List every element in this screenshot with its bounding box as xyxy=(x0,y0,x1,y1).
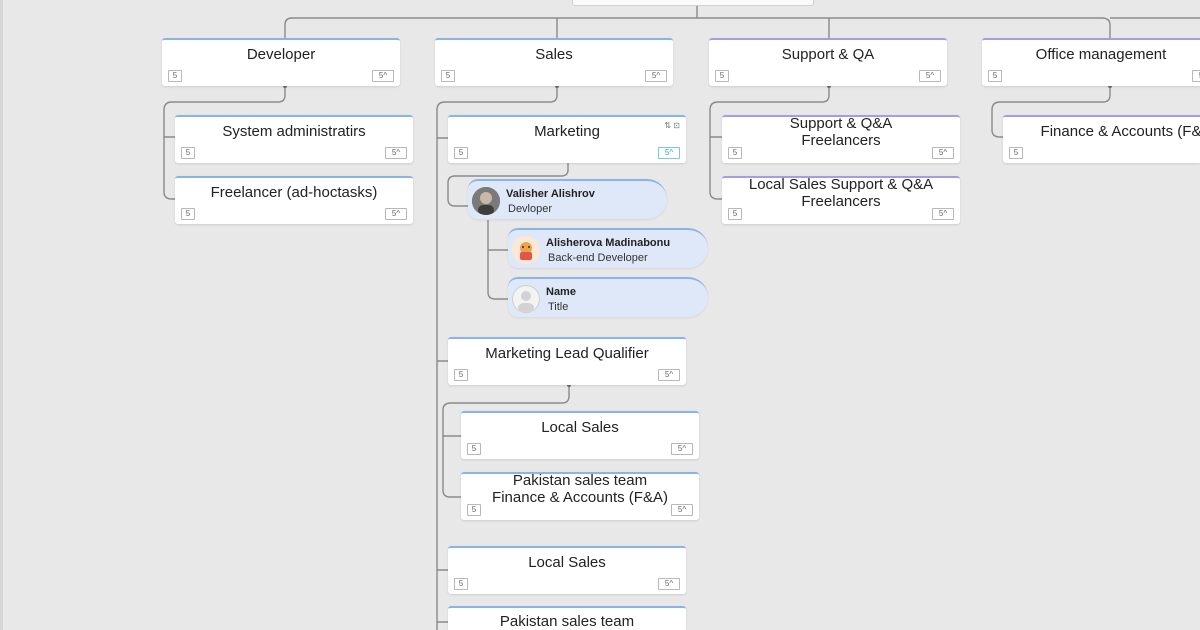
team-title: Local Sales xyxy=(541,419,619,437)
team-local-sales-2[interactable]: Local Sales 5 5^ xyxy=(448,546,686,594)
person-card[interactable]: Name Title xyxy=(508,277,708,317)
dept-title: Developer xyxy=(246,46,316,64)
person-name: Valisher Alishrov xyxy=(506,188,595,200)
member-count-badge: 5 xyxy=(181,147,195,159)
team-title: Local Sales xyxy=(528,554,606,572)
member-count-badge: 5 xyxy=(467,443,481,455)
dept-title: Office management xyxy=(1035,46,1167,64)
collapse-toggle[interactable]: 5^ xyxy=(385,208,407,220)
member-count-badge: 5 xyxy=(728,147,742,159)
member-count-badge: 5 xyxy=(454,147,468,159)
team-title: Freelancer (ad-hoctasks) xyxy=(210,184,378,202)
dept-title: Support & QA xyxy=(781,46,875,64)
dept-sales[interactable]: Sales 5 5^ xyxy=(435,38,673,86)
team-title: Pakistan sales team Finance & Accounts (… xyxy=(492,471,668,506)
person-title: Title xyxy=(548,301,569,313)
member-count-badge: 5 xyxy=(454,578,468,590)
member-count-badge: 5 xyxy=(1009,147,1023,159)
collapse-toggle[interactable]: 5^ xyxy=(658,369,680,381)
team-local-sales-support-qa[interactable]: Local Sales Support & Q&A Freelancers 5 … xyxy=(722,176,960,224)
member-count-badge: 5 xyxy=(181,208,195,220)
member-count-badge: 5 xyxy=(988,70,1002,82)
root-node-stub[interactable] xyxy=(572,0,814,6)
team-title: Marketing Lead Qualifier xyxy=(485,345,649,363)
collapse-toggle[interactable]: 5^ xyxy=(919,70,941,82)
collapse-toggle[interactable]: 5^ xyxy=(671,443,693,455)
team-title: Local Sales Support & Q&A Freelancers xyxy=(748,175,934,210)
dept-office-management[interactable]: Office management 5 5^ xyxy=(982,38,1200,86)
person-name: Name xyxy=(546,286,576,298)
person-title: Back-end Developer xyxy=(548,252,648,264)
team-title: System administratirs xyxy=(222,123,366,141)
avatar-placeholder-icon xyxy=(512,285,540,313)
team-title: Support & Q&A Freelancers xyxy=(789,114,893,149)
team-pakistan-sales[interactable]: Pakistan sales team xyxy=(448,606,686,630)
dept-developer[interactable]: Developer 5 5^ xyxy=(162,38,400,86)
collapse-toggle[interactable]: 5^ xyxy=(658,578,680,590)
team-pakistan-sales-fa[interactable]: Pakistan sales team Finance & Accounts (… xyxy=(461,472,699,520)
team-system-administrators[interactable]: System administratirs 5 5^ xyxy=(175,115,413,163)
member-count-badge: 5 xyxy=(728,208,742,220)
person-title: Devloper xyxy=(508,203,553,215)
team-local-sales[interactable]: Local Sales 5 5^ xyxy=(461,411,699,459)
member-count-badge: 5 xyxy=(441,70,455,82)
collapse-toggle[interactable]: 5^ xyxy=(372,70,394,82)
collapse-toggle[interactable]: 5^ xyxy=(932,208,954,220)
team-freelancer-adhoc[interactable]: Freelancer (ad-hoctasks) 5 5^ xyxy=(175,176,413,224)
collapse-toggle[interactable]: 5^ xyxy=(671,504,693,516)
person-card[interactable]: Valisher Alishrov Devloper xyxy=(468,179,667,219)
member-count-badge: 5 xyxy=(467,504,481,516)
team-marketing-lead-qualifier[interactable]: Marketing Lead Qualifier 5 5^ xyxy=(448,337,686,385)
collapse-toggle[interactable]: 5^ xyxy=(932,147,954,159)
person-card[interactable]: Alisherova Madinabonu Back-end Developer xyxy=(508,228,708,268)
dept-title: Sales xyxy=(535,46,573,64)
collapse-toggle[interactable]: 5^ xyxy=(658,147,680,159)
team-title: Pakistan sales team xyxy=(499,613,635,630)
member-count-badge: 5 xyxy=(715,70,729,82)
team-title: Marketing xyxy=(534,123,600,141)
collapse-toggle[interactable]: 5^ xyxy=(645,70,667,82)
avatar xyxy=(472,187,500,215)
dept-support-qa[interactable]: Support & QA 5 5^ xyxy=(709,38,947,86)
member-count-badge: 5 xyxy=(168,70,182,82)
member-count-badge: 5 xyxy=(454,369,468,381)
team-finance-accounts[interactable]: Finance & Accounts (F&A) 5 xyxy=(1003,115,1200,163)
collapse-toggle[interactable]: 5^ xyxy=(1192,70,1200,82)
avatar xyxy=(512,236,540,264)
team-title: Finance & Accounts (F&A) xyxy=(1040,123,1200,141)
person-name: Alisherova Madinabonu xyxy=(546,237,671,249)
team-support-qa-freelancers[interactable]: Support & Q&A Freelancers 5 5^ xyxy=(722,115,960,163)
team-marketing[interactable]: ⇅ ⊡ Marketing 5 5^ xyxy=(448,115,686,163)
collapse-toggle[interactable]: 5^ xyxy=(385,147,407,159)
